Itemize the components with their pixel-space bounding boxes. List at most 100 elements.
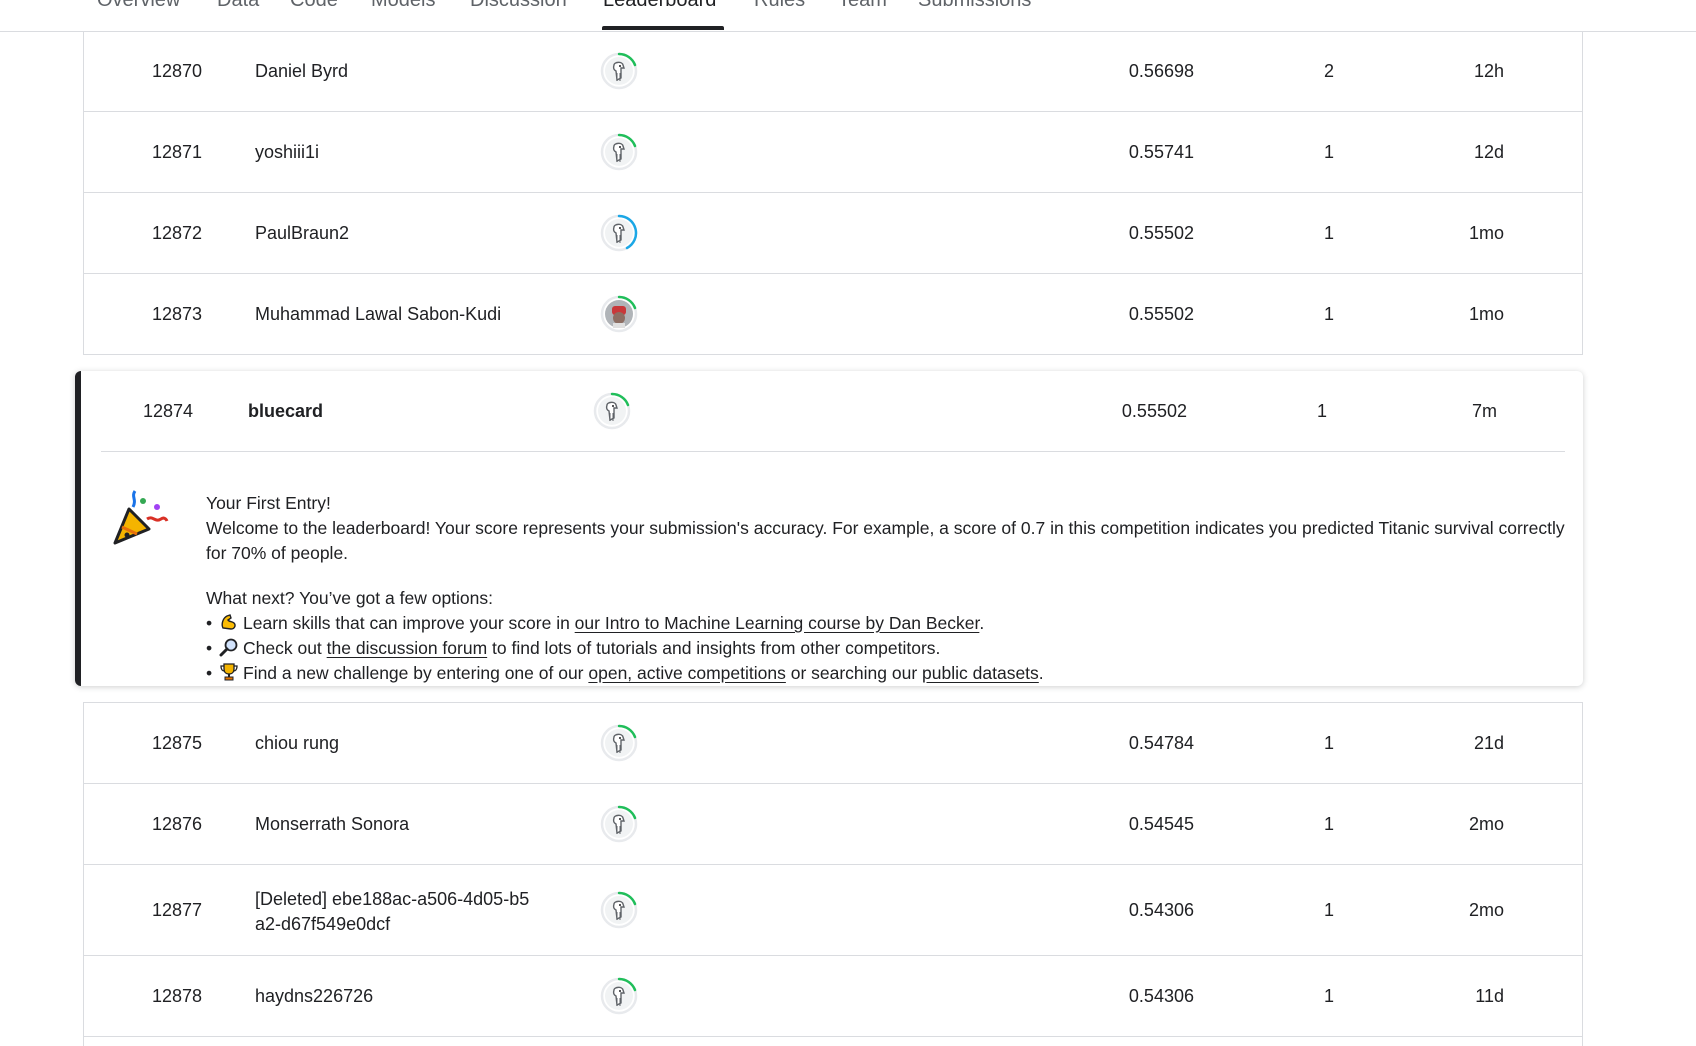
last-submission-cell: 1mo <box>1468 304 1504 324</box>
magnifying-glass-icon <box>219 637 239 657</box>
current-user-row[interactable]: 12874 bluecard 0.55502 1 7m <box>101 371 1565 452</box>
team-name[interactable]: bluecard <box>248 401 323 422</box>
tab-data[interactable]: Data <box>217 0 259 12</box>
entries-cell: 1 <box>1323 900 1334 920</box>
entries-cell: 2 <box>1323 61 1334 81</box>
competition-tab-bar: Overview Data Code Models Discussion Lea… <box>0 0 1696 32</box>
leaderboard-table-upper: 12870 Daniel Byrd 0.56698 2 12h 12871 yo… <box>83 31 1583 355</box>
score-cell: 0.56698 <box>1128 61 1194 81</box>
score-cell: 0.54306 <box>1128 900 1194 920</box>
score-cell: 0.54306 <box>1128 986 1194 1006</box>
avatar[interactable] <box>599 132 639 172</box>
team-name-line: a2-d67f549e0dcf <box>255 914 391 934</box>
last-submission-cell: 1mo <box>1468 223 1504 243</box>
score-cell: 0.54545 <box>1128 814 1194 834</box>
team-name-line: [Deleted] ebe188ac-a506-4d05-b5 <box>255 889 530 909</box>
team-name[interactable]: [Deleted] ebe188ac-a506-4d05-b5 a2-d67f54… <box>255 887 529 937</box>
option-learn-end: . <box>979 613 985 633</box>
last-submission-cell: 12d <box>1473 142 1504 162</box>
active-competitions-link[interactable]: open, active competitions <box>588 663 785 683</box>
rank-cell: 12872 <box>151 223 203 243</box>
avatar[interactable] <box>599 976 639 1016</box>
first-entry-text: Your First Entry! Welcome to the leaderb… <box>206 491 1576 686</box>
team-name[interactable]: haydns226726 <box>255 986 373 1007</box>
rank-cell: 12871 <box>151 142 203 162</box>
last-submission-cell: 21d <box>1473 733 1504 753</box>
rank-cell: 12874 <box>142 401 194 421</box>
public-datasets-link[interactable]: public datasets <box>922 663 1039 683</box>
avatar[interactable] <box>599 723 639 763</box>
option-challenge-mid: or searching our <box>785 663 923 683</box>
entries-cell: 1 <box>1323 986 1334 1006</box>
table-row[interactable]: 12872 PaulBraun2 0.55502 1 1mo <box>84 193 1582 274</box>
rank-cell: 12875 <box>151 733 203 753</box>
first-entry-title: Your First Entry! <box>206 493 331 513</box>
option-challenge-pre: Find a new challenge by entering one of … <box>243 663 589 683</box>
score-cell: 0.55502 <box>1128 223 1194 243</box>
team-name[interactable]: PaulBraun2 <box>255 223 349 244</box>
tab-team[interactable]: Team <box>838 0 887 12</box>
entries-cell: 1 <box>1323 142 1334 162</box>
entries-cell: 1 <box>1323 814 1334 834</box>
score-cell: 0.55502 <box>1121 401 1187 421</box>
table-row[interactable]: 12871 yoshiii1i 0.55741 1 12d <box>84 112 1582 193</box>
tab-models[interactable]: Models <box>371 0 435 12</box>
team-name[interactable]: yoshiii1i <box>255 142 319 163</box>
trophy-icon <box>219 662 239 682</box>
option-learn-text: Learn skills that can improve your score… <box>243 613 575 633</box>
first-entry-welcome: Welcome to the leaderboard! Your score r… <box>206 518 1565 563</box>
score-cell: 0.54784 <box>1128 733 1194 753</box>
party-popper-icon <box>109 489 169 549</box>
active-tab-indicator <box>602 26 724 30</box>
entries-cell: 1 <box>1316 401 1327 421</box>
last-submission-cell: 7m <box>1471 401 1497 421</box>
tab-rules[interactable]: Rules <box>754 0 805 12</box>
rank-cell: 12878 <box>151 986 203 1006</box>
table-row[interactable]: 12870 Daniel Byrd 0.56698 2 12h <box>84 31 1582 112</box>
leaderboard-table-lower: 12875 chiou rung 0.54784 1 21d 12876 Mon… <box>83 702 1583 1046</box>
option-learn: • Learn skills that can improve your sco… <box>206 612 985 633</box>
option-challenge: • Find a new challenge by entering one o… <box>206 662 1044 683</box>
entries-cell: 1 <box>1323 223 1334 243</box>
rank-cell: 12877 <box>151 900 203 920</box>
table-row[interactable]: 12873 Muhammad Lawal Sabon-Kudi 0.55502 … <box>84 274 1582 355</box>
rank-cell: 12873 <box>151 304 203 324</box>
avatar[interactable] <box>599 804 639 844</box>
avatar[interactable] <box>599 51 639 91</box>
tab-leaderboard[interactable]: Leaderboard <box>603 0 716 12</box>
last-submission-cell: 2mo <box>1468 900 1504 920</box>
tab-overview[interactable]: Overview <box>97 0 180 12</box>
avatar[interactable] <box>599 294 639 334</box>
option-challenge-post: . <box>1038 663 1044 683</box>
option-discussion-post: to find lots of tutorials and insights f… <box>487 638 941 658</box>
flexed-bicep-icon <box>219 612 239 632</box>
avatar[interactable] <box>592 391 632 431</box>
avatar[interactable] <box>599 213 639 253</box>
team-name[interactable]: chiou rung <box>255 733 339 754</box>
discussion-forum-link[interactable]: the discussion forum <box>327 638 488 658</box>
rank-cell: 12870 <box>151 61 203 81</box>
team-name[interactable]: Muhammad Lawal Sabon-Kudi <box>255 304 501 325</box>
option-discussion: • Check out the discussion forum to find… <box>206 637 941 658</box>
avatar[interactable] <box>599 890 639 930</box>
table-row[interactable]: 12878 haydns226726 0.54306 1 11d <box>84 956 1582 1037</box>
intro-ml-course-link[interactable]: our Intro to Machine Learning course by … <box>575 613 980 633</box>
table-row[interactable]: 12875 chiou rung 0.54784 1 21d <box>84 703 1582 784</box>
table-row[interactable]: 12877 [Deleted] ebe188ac-a506-4d05-b5 a2-… <box>84 865 1582 956</box>
team-name[interactable]: Daniel Byrd <box>255 61 348 82</box>
first-entry-message: Your First Entry! Welcome to the leaderb… <box>81 471 1581 683</box>
current-user-card: 12874 bluecard 0.55502 1 7m Your First E… <box>75 371 1583 686</box>
entries-cell: 1 <box>1323 733 1334 753</box>
team-name[interactable]: Monserrath Sonora <box>255 814 409 835</box>
score-cell: 0.55502 <box>1128 304 1194 324</box>
option-discussion-pre: Check out <box>243 638 327 658</box>
table-row[interactable]: 12876 Monserrath Sonora 0.54545 1 2mo <box>84 784 1582 865</box>
tab-submissions[interactable]: Submissions <box>918 0 1031 12</box>
score-cell: 0.55741 <box>1128 142 1194 162</box>
tab-code[interactable]: Code <box>290 0 338 12</box>
entries-cell: 1 <box>1323 304 1334 324</box>
rank-cell: 12876 <box>151 814 203 834</box>
last-submission-cell: 12h <box>1473 61 1504 81</box>
what-next-text: What next? You’ve got a few options: <box>206 588 493 608</box>
tab-discussion[interactable]: Discussion <box>470 0 567 12</box>
